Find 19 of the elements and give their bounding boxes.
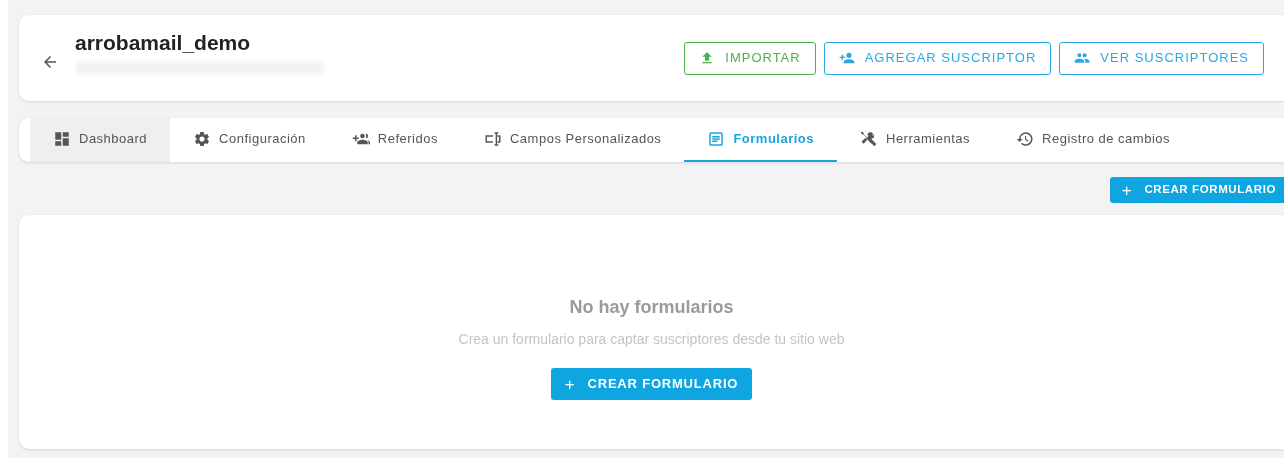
add-person-icon (838, 50, 855, 66)
form-icon (707, 130, 726, 148)
tab[interactable]: Registro de cambios (993, 118, 1194, 162)
plus-icon: + (1121, 181, 1133, 199)
tab[interactable]: Configuración (170, 118, 329, 162)
tools-icon (860, 130, 878, 148)
plus-icon: + (564, 375, 576, 393)
empty-message: Crea un formulario para captar suscriptores desde tu sitio web (458, 330, 845, 349)
history-icon (1016, 130, 1035, 148)
people-icon (1074, 50, 1091, 66)
tab[interactable]: Campos Personalizados (460, 118, 685, 162)
tab[interactable]: Herramientas (837, 118, 994, 162)
text-field-icon (483, 130, 502, 148)
tab[interactable]: Referidos (328, 118, 461, 162)
gear-icon (193, 130, 212, 148)
dashboard-icon (53, 130, 71, 148)
page-title: arrobamail_demo (75, 29, 252, 56)
tab[interactable]: Dashboard (30, 118, 171, 162)
empty-title: No hay formularios (569, 296, 734, 319)
